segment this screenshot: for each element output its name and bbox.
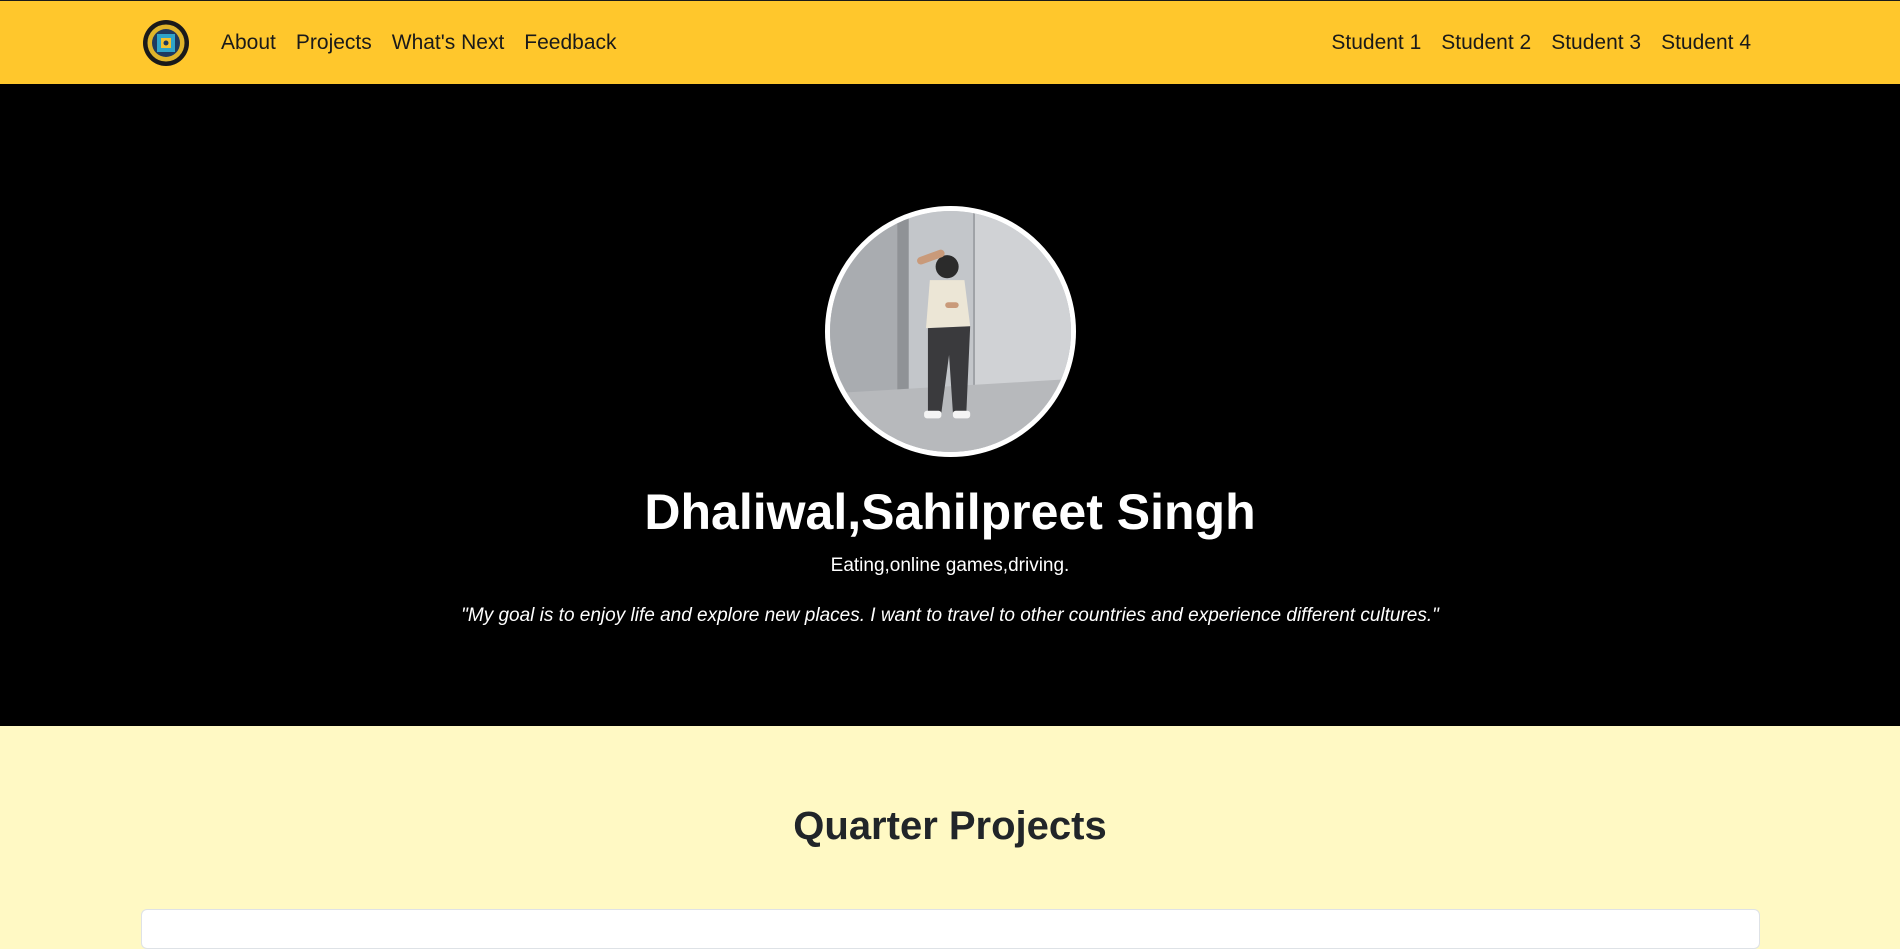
nav-link-whats-next[interactable]: What's Next xyxy=(392,31,505,55)
nav-link-student-2[interactable]: Student 2 xyxy=(1441,31,1531,55)
student-hobbies: Eating,online games,driving. xyxy=(830,555,1070,576)
hero-section: Dhaliwal,Sahilpreet Singh Eating,online … xyxy=(0,84,1900,726)
student-name: Dhaliwal,Sahilpreet Singh xyxy=(644,484,1256,540)
projects-title: Quarter Projects xyxy=(793,804,1107,848)
project-card xyxy=(141,909,1760,949)
nav-link-about[interactable]: About xyxy=(221,31,276,55)
nav-link-feedback[interactable]: Feedback xyxy=(524,31,616,55)
school-logo-icon[interactable] xyxy=(142,19,190,67)
nav-link-projects[interactable]: Projects xyxy=(296,31,372,55)
nav-left-links: About Projects What's Next Feedback xyxy=(221,1,617,85)
nav-link-student-1[interactable]: Student 1 xyxy=(1331,31,1421,55)
student-quote: "My goal is to enjoy life and explore ne… xyxy=(461,605,1439,626)
navbar: About Projects What's Next Feedback Stud… xyxy=(0,0,1900,84)
nav-link-student-3[interactable]: Student 3 xyxy=(1551,31,1641,55)
projects-section: Quarter Projects xyxy=(0,726,1900,949)
nav-right-links: Student 1 Student 2 Student 3 Student 4 xyxy=(1331,1,1751,85)
nav-link-student-4[interactable]: Student 4 xyxy=(1661,31,1751,55)
profile-avatar xyxy=(825,206,1076,457)
